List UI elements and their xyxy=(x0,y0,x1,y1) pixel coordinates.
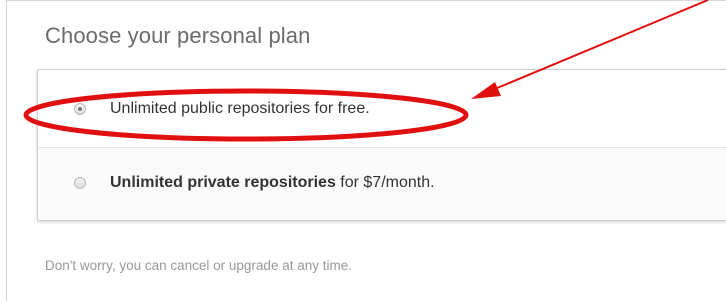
plan-panel: Choose your personal plan Unlimited publ… xyxy=(6,0,726,301)
plan-option-free-label: Unlimited public repositories for free. xyxy=(110,100,370,117)
footer-note: Don't worry, you can cancel or upgrade a… xyxy=(45,258,352,273)
plan-options-box: Unlimited public repositories for free. … xyxy=(37,69,726,221)
radio-selected-icon[interactable] xyxy=(74,103,86,115)
plan-option-private-label: Unlimited private repositories for $7/mo… xyxy=(110,174,435,192)
radio-dot xyxy=(78,107,82,111)
plan-option-private[interactable]: Unlimited private repositories for $7/mo… xyxy=(38,148,726,220)
plan-option-free[interactable]: Unlimited public repositories for free. xyxy=(38,70,726,148)
radio-unselected-icon[interactable] xyxy=(74,177,86,189)
page-title: Choose your personal plan xyxy=(45,23,311,48)
plan-option-private-price: for $7/month. xyxy=(335,174,435,191)
plan-option-private-strong: Unlimited private repositories xyxy=(110,174,336,191)
